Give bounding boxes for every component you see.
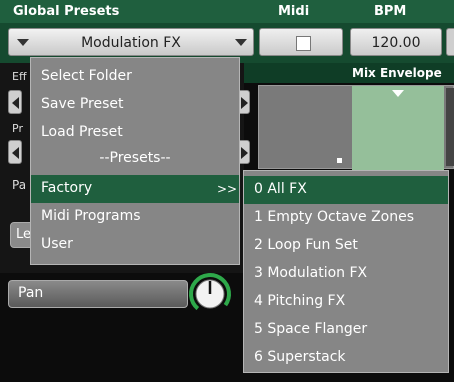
extra-control-edge[interactable] [446, 28, 454, 56]
envelope-point[interactable] [337, 158, 342, 163]
submenu-arrow-icon: >> [217, 182, 238, 196]
bpm-label: BPM [374, 4, 407, 19]
pan-knob[interactable] [188, 272, 232, 316]
menu-item-factory[interactable]: Factory [41, 180, 92, 196]
effect-prev-button[interactable] [8, 90, 22, 114]
midi-label: Midi [278, 4, 310, 19]
submenu-item-pitching-fx[interactable]: 4 Pitching FX [254, 293, 345, 309]
le-button-label: Le [16, 227, 32, 242]
submenu-item-loop-fun-set[interactable]: 2 Loop Fun Set [254, 237, 358, 253]
submenu-item-empty-octave-zones[interactable]: 1 Empty Octave Zones [254, 209, 414, 225]
effect-label: Eff [12, 70, 27, 83]
preset-prev-button[interactable] [8, 140, 22, 164]
mix-envelope-graph[interactable] [258, 85, 454, 170]
midi-toggle[interactable] [259, 28, 343, 56]
submenu-item-superstack[interactable]: 6 Superstack [254, 349, 346, 365]
preset-dropdown[interactable]: Modulation FX [8, 28, 254, 56]
submenu-item-all-fx[interactable]: 0 All FX [254, 181, 307, 197]
global-presets-menu: Select Folder Save Preset Load Preset --… [30, 57, 240, 265]
submenu-item-modulation-fx[interactable]: 3 Modulation FX [254, 265, 367, 281]
mix-envelope-label: Mix Envelope [352, 66, 442, 80]
menu-item-load-preset[interactable]: Load Preset [41, 124, 123, 140]
factory-presets-submenu: 0 All FX 1 Empty Octave Zones 2 Loop Fun… [243, 170, 449, 373]
bpm-field[interactable]: 120.00 [350, 28, 442, 56]
preset-label: Pr [12, 122, 23, 135]
menu-item-midi-programs[interactable]: Midi Programs [41, 208, 141, 224]
header-title: Global Presets [13, 4, 120, 19]
mix-envelope-header: Mix Envelope [244, 63, 454, 83]
menu-item-save-preset[interactable]: Save Preset [41, 96, 123, 112]
midi-checkbox[interactable] [296, 36, 311, 51]
bpm-value: 120.00 [371, 35, 421, 51]
menu-section-header: --Presets-- [99, 150, 171, 166]
pan-label: Pan [18, 285, 44, 301]
menu-item-user[interactable]: User [41, 236, 73, 252]
preset-dropdown-value: Modulation FX [81, 35, 181, 51]
envelope-scrollbar[interactable] [446, 88, 454, 166]
pan-section-label: Pa [12, 178, 27, 192]
envelope-region [352, 86, 444, 170]
submenu-item-space-flanger[interactable]: 5 Space Flanger [254, 321, 367, 337]
envelope-marker-icon[interactable] [392, 90, 404, 97]
chevron-down-icon [235, 39, 247, 46]
menu-item-select-folder[interactable]: Select Folder [41, 68, 132, 84]
